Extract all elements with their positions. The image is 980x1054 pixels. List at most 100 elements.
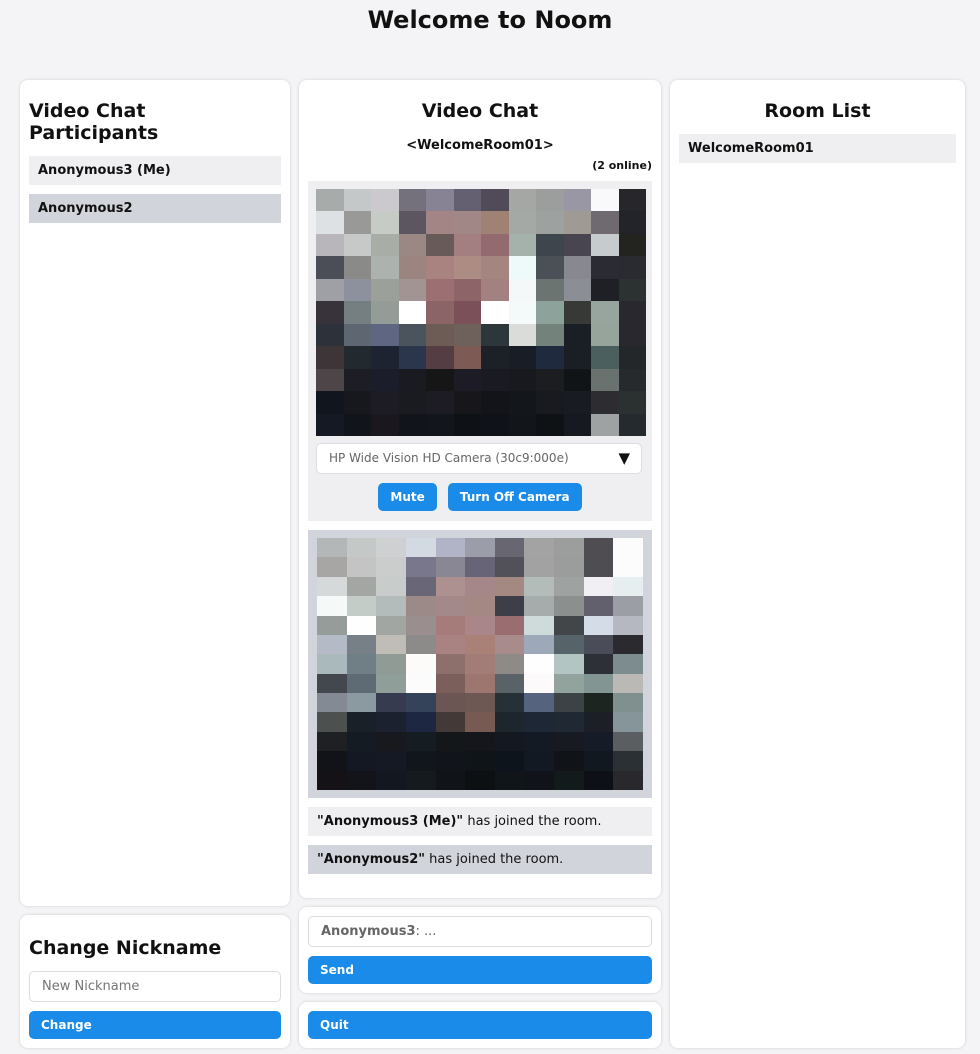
- video-pixel: [426, 256, 454, 279]
- peer-video-container: [308, 530, 652, 798]
- video-pixel: [376, 634, 406, 655]
- video-pixel: [398, 346, 426, 369]
- video-pixel: [435, 712, 466, 732]
- video-pixel: [494, 693, 525, 713]
- chat-message: "Anonymous2" has joined the room.: [308, 845, 652, 874]
- video-pixel: [563, 391, 591, 414]
- video-pixel: [563, 211, 591, 234]
- video-pixel: [554, 654, 584, 674]
- video-pixel: [405, 596, 436, 616]
- video-pixel: [316, 256, 344, 279]
- nickname-panel: Change Nickname Change: [20, 915, 290, 1048]
- video-pixel: [435, 654, 466, 674]
- video-pixel: [508, 346, 536, 369]
- video-pixel: [317, 770, 347, 790]
- video-pixel: [618, 413, 646, 436]
- video-pixel: [316, 278, 344, 302]
- video-pixel: [405, 557, 436, 577]
- video-pixel: [346, 712, 377, 732]
- video-pixel: [554, 770, 584, 790]
- mute-button[interactable]: Mute: [378, 483, 437, 511]
- video-pixel: [536, 323, 564, 347]
- video-pixel: [481, 413, 509, 436]
- video-pixel: [465, 712, 495, 732]
- video-pixel: [317, 712, 347, 732]
- video-pixel: [494, 615, 525, 635]
- video-pixel: [618, 233, 646, 257]
- quit-button[interactable]: Quit: [308, 1011, 652, 1039]
- video-pixel: [453, 323, 481, 347]
- video-pixel: [317, 731, 347, 752]
- video-pixel: [508, 278, 536, 302]
- video-pixel: [524, 751, 555, 771]
- video-pixel: [435, 693, 466, 713]
- video-pixel: [371, 233, 399, 257]
- video-pixel: [494, 538, 525, 558]
- video-pixel: [343, 323, 371, 347]
- video-pixel: [536, 256, 564, 279]
- video-pixel: [317, 596, 347, 616]
- message-input[interactable]: Anonymous3: ...: [308, 916, 652, 947]
- video-pixel: [465, 770, 495, 790]
- video-pixel: [465, 731, 495, 752]
- video-pixel: [405, 634, 436, 655]
- video-pixel: [343, 413, 371, 436]
- video-pixel: [453, 413, 481, 436]
- video-pixel: [591, 233, 619, 257]
- video-pixel: [618, 346, 646, 369]
- video-pixel: [376, 751, 406, 771]
- room-list-item[interactable]: WelcomeRoom01: [679, 134, 956, 163]
- video-pixel: [376, 615, 406, 635]
- video-pixel: [316, 211, 344, 234]
- video-pixel: [583, 654, 614, 674]
- video-pixel: [346, 576, 377, 597]
- video-pixel: [524, 693, 555, 713]
- video-pixel: [583, 596, 614, 616]
- video-pixel: [343, 189, 371, 212]
- my-video-container: HP Wide Vision HD Camera (30c9:000e) ▼ M…: [308, 181, 652, 521]
- video-pixel: [618, 301, 646, 324]
- video-pixel: [613, 712, 643, 732]
- video-pixel: [453, 256, 481, 279]
- video-pixel: [453, 346, 481, 369]
- video-pixel: [563, 189, 591, 212]
- camera-select[interactable]: HP Wide Vision HD Camera (30c9:000e) ▼: [316, 443, 642, 474]
- video-pixel: [405, 731, 436, 752]
- video-pixel: [494, 731, 525, 752]
- change-nickname-button[interactable]: Change: [29, 1011, 281, 1039]
- video-pixel: [536, 278, 564, 302]
- video-pixel: [346, 596, 377, 616]
- video-pixel: [563, 323, 591, 347]
- video-pixel: [346, 634, 377, 655]
- nickname-input[interactable]: [29, 971, 281, 1002]
- send-button[interactable]: Send: [308, 956, 652, 984]
- video-pixel: [554, 596, 584, 616]
- video-pixel: [398, 368, 426, 392]
- video-pixel: [481, 278, 509, 302]
- video-pixel: [371, 256, 399, 279]
- turn-off-camera-button[interactable]: Turn Off Camera: [447, 483, 582, 511]
- video-pixel: [524, 576, 555, 597]
- video-pixel: [591, 211, 619, 234]
- video-pixel: [398, 233, 426, 257]
- video-pixel: [376, 731, 406, 752]
- video-pixel: [376, 693, 406, 713]
- video-pixel: [613, 673, 643, 694]
- video-pixel: [343, 233, 371, 257]
- video-pixel: [346, 538, 377, 558]
- video-pixel: [398, 189, 426, 212]
- video-pixel: [465, 654, 495, 674]
- video-pixel: [343, 391, 371, 414]
- video-pixel: [426, 233, 454, 257]
- video-pixel: [316, 323, 344, 347]
- video-pixel: [554, 673, 584, 694]
- video-pixel: [317, 557, 347, 577]
- video-pixel: [583, 693, 614, 713]
- room-list-panel: Room List WelcomeRoom01: [670, 80, 965, 1048]
- video-chat-title: Video Chat: [421, 100, 539, 122]
- video-pixel: [405, 712, 436, 732]
- room-name: <WelcomeRoom01>: [406, 138, 554, 153]
- media-controls: Mute Turn Off Camera: [316, 483, 644, 511]
- video-pixel: [371, 189, 399, 212]
- dropdown-arrow-icon: ▼: [618, 449, 630, 467]
